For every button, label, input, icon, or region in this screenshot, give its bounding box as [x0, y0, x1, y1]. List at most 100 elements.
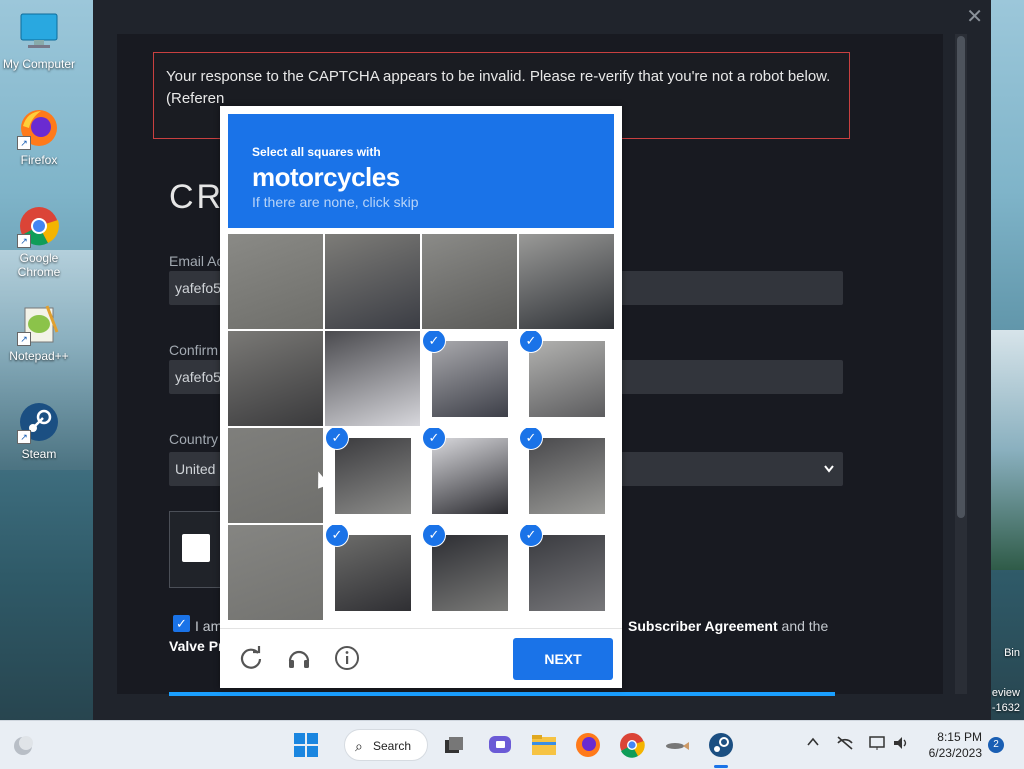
close-icon[interactable]: ✕ — [966, 4, 983, 29]
scrollbar-thumb[interactable] — [957, 36, 965, 518]
captcha-tile-image — [529, 438, 605, 514]
desktop-icon-label: Steam — [21, 447, 57, 461]
next-button[interactable]: NEXT — [513, 638, 613, 680]
shortcut-arrow-icon: ↗ — [17, 430, 31, 444]
captcha-tile-image — [228, 331, 323, 426]
captcha-tile-image — [519, 234, 614, 329]
desktop-icon-notepadpp[interactable]: ↗ Notepad++ — [0, 302, 78, 363]
captcha-tile[interactable] — [519, 234, 614, 329]
steam-icon: ↗ — [17, 400, 61, 444]
chevron-down-icon — [823, 452, 835, 499]
confirm-email-label: Confirm — [169, 342, 219, 358]
display-icon[interactable] — [868, 735, 886, 754]
taskbar-search[interactable]: ⌕ Search — [344, 729, 428, 761]
error-message: Your response to the CAPTCHA appears to … — [166, 68, 831, 85]
captcha-tile-image — [325, 331, 420, 426]
clock-date: 6/23/2023 — [928, 746, 982, 760]
captcha-tile[interactable]: ✓ — [422, 331, 517, 426]
captcha-tile[interactable]: ✓ — [325, 525, 420, 620]
captcha-image-grid: ✓ ✓ ✓ ✓ ✓ ✓ ✓ ✓ — [228, 234, 614, 620]
chrome-icon: ↗ — [17, 204, 61, 248]
captcha-tile[interactable] — [325, 331, 420, 426]
captcha-hint: If there are none, click skip — [252, 194, 419, 210]
desktop-icon-label: Firefox — [20, 153, 58, 167]
shortcut-arrow-icon: ↗ — [17, 136, 31, 150]
firefox-icon: ↗ — [17, 106, 61, 150]
captcha-tile[interactable] — [228, 525, 323, 620]
taskbar-firefox-icon[interactable] — [574, 731, 602, 759]
search-label: Search — [373, 739, 412, 753]
volume-icon[interactable] — [892, 735, 910, 754]
agree-suffix: and the — [777, 618, 829, 634]
captcha-checkbox[interactable] — [182, 534, 210, 562]
captcha-tile[interactable]: ✓ — [519, 525, 614, 620]
valve-privacy-link[interactable]: Valve Pr — [169, 638, 224, 654]
computer-icon — [17, 10, 61, 54]
subscriber-agreement-link[interactable]: Subscriber Agreement — [628, 618, 778, 634]
captcha-tile-image — [529, 341, 605, 417]
desktop-side-text: eview — [991, 687, 1020, 699]
show-hidden-icons-icon[interactable] — [806, 735, 820, 752]
captcha-tile-image — [422, 234, 517, 329]
refresh-icon[interactable] — [238, 645, 264, 671]
captcha-tile[interactable]: ✓ — [422, 428, 517, 523]
country-value: United — [175, 461, 216, 477]
email-label: Email Ac — [169, 253, 224, 269]
start-icon[interactable] — [292, 731, 320, 759]
widgets-icon[interactable] — [10, 731, 38, 759]
desktop-icon-steam[interactable]: ↗ Steam — [0, 400, 78, 461]
wallpaper-mountain-right — [990, 330, 1024, 570]
taskbar: ⌕ Search 8:15 PM 6/23/2023 2 — [0, 720, 1024, 769]
info-icon[interactable] — [334, 645, 360, 671]
captcha-tile-image — [335, 535, 411, 611]
captcha-footer: NEXT — [220, 628, 622, 689]
captcha-tile-image — [432, 535, 508, 611]
desktop-icon-label: Google Chrome — [17, 251, 61, 279]
desktop-icon-label: My Computer — [2, 57, 76, 71]
desktop-icon-label: Notepad++ — [9, 349, 69, 363]
network-off-icon[interactable] — [836, 735, 854, 754]
captcha-tile[interactable] — [325, 234, 420, 329]
notification-badge[interactable]: 2 — [988, 737, 1004, 753]
country-label: Country — [169, 431, 219, 447]
file-explorer-icon[interactable] — [530, 731, 558, 759]
audio-challenge-icon[interactable] — [286, 645, 312, 671]
desktop-side-text: -1632 — [991, 702, 1020, 714]
captcha-tile-image — [228, 234, 323, 329]
captcha-header: Select all squares with motorcycles If t… — [228, 114, 614, 228]
captcha-tile[interactable] — [228, 428, 323, 523]
captcha-tile[interactable] — [228, 234, 323, 329]
captcha-tile[interactable]: ✓ — [422, 525, 517, 620]
agree-checkbox[interactable]: ✓ — [173, 615, 190, 632]
captcha-instruction: Select all squares with — [252, 145, 381, 159]
teams-chat-icon[interactable] — [486, 731, 514, 759]
task-view-icon[interactable] — [440, 731, 468, 759]
desktop-side-text: Bin — [1004, 647, 1020, 659]
agree-text-continued: Subscriber Agreement and the — [628, 618, 828, 634]
captcha-target: motorcycles — [252, 162, 400, 192]
captcha-tile-image — [529, 535, 605, 611]
continue-button-edge — [169, 692, 835, 696]
captcha-tile[interactable]: ✓ — [519, 428, 614, 523]
search-icon: ⌕ — [355, 738, 363, 754]
captcha-tile[interactable]: ✓ — [325, 428, 420, 523]
captcha-tile[interactable]: ✓ — [519, 331, 614, 426]
captcha-tile-image — [228, 428, 323, 523]
captcha-tile-image — [325, 234, 420, 329]
captcha-tile-image — [432, 438, 508, 514]
desktop-icon-chrome[interactable]: ↗ Google Chrome — [0, 204, 78, 279]
taskbar-fish-app-icon[interactable] — [662, 731, 690, 759]
desktop-icon-firefox[interactable]: ↗ Firefox — [0, 106, 78, 167]
captcha-tile-image — [228, 525, 323, 620]
taskbar-steam-icon[interactable] — [707, 731, 735, 759]
taskbar-chrome-icon[interactable] — [618, 731, 646, 759]
captcha-tile[interactable] — [228, 331, 323, 426]
captcha-tile[interactable] — [422, 234, 517, 329]
agree-text: I am — [195, 618, 223, 634]
captcha-challenge-modal: Select all squares with motorcycles If t… — [220, 106, 622, 688]
taskbar-clock[interactable]: 8:15 PM 6/23/2023 — [920, 729, 982, 761]
shortcut-arrow-icon: ↗ — [17, 332, 31, 346]
captcha-tile-image — [432, 341, 508, 417]
captcha-tile-image — [335, 438, 411, 514]
desktop-icon-my-computer[interactable]: My Computer — [0, 10, 78, 71]
